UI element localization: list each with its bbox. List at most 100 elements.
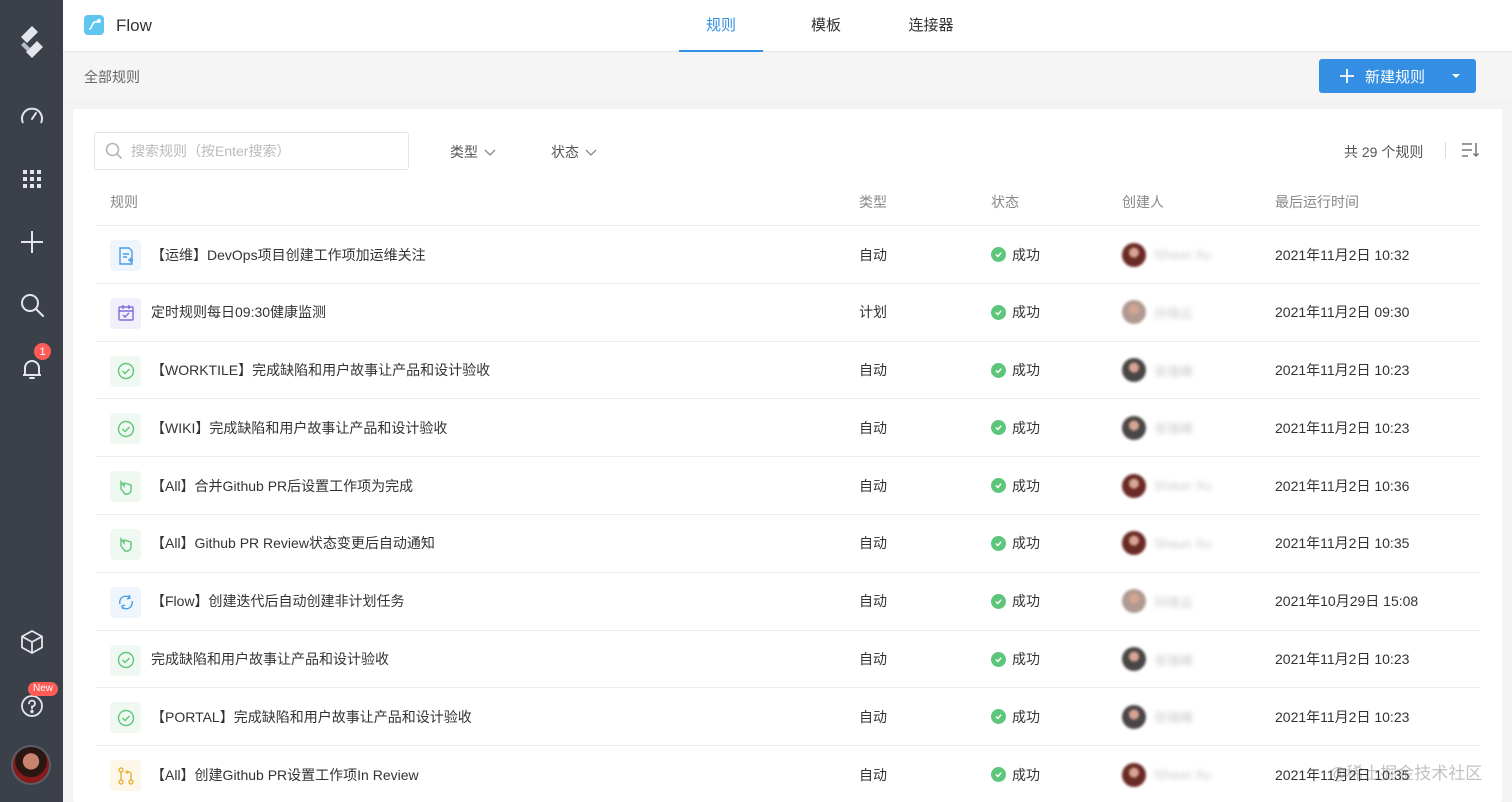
success-check-icon bbox=[991, 362, 1006, 378]
table-row[interactable]: 【All】创建Github PR设置工作项In Review 自动 成功 Sha… bbox=[96, 745, 1480, 802]
rule-type: 自动 bbox=[859, 708, 887, 725]
status-filter-label: 状态 bbox=[551, 144, 579, 160]
rule-creator: 孙晓云 bbox=[1122, 284, 1193, 341]
rule-status: 成功 bbox=[991, 573, 1040, 630]
new-rule-dropdown[interactable] bbox=[1436, 59, 1476, 93]
last-run-time: 2021年11月2日 09:30 bbox=[1275, 304, 1410, 321]
creator-avatar bbox=[1122, 589, 1146, 614]
flow-logo-icon bbox=[84, 15, 104, 35]
check-circle-icon bbox=[110, 355, 141, 387]
rule-creator: 张瑞峰 bbox=[1122, 342, 1193, 399]
success-check-icon bbox=[991, 478, 1006, 494]
plus-icon bbox=[1340, 69, 1354, 83]
rule-status-label: 成功 bbox=[1012, 708, 1040, 725]
rule-creator: 张瑞峰 bbox=[1122, 399, 1193, 456]
last-run-time: 2021年11月2日 10:32 bbox=[1275, 246, 1410, 263]
bell-icon[interactable] bbox=[0, 349, 63, 389]
dashboard-icon[interactable] bbox=[0, 97, 63, 137]
success-check-icon bbox=[991, 535, 1006, 551]
chevron-down-icon bbox=[484, 149, 496, 156]
rule-name[interactable]: 【Flow】创建迭代后自动创建非计划任务 bbox=[151, 573, 405, 630]
search-icon[interactable] bbox=[0, 285, 63, 325]
rule-name[interactable]: 【PORTAL】完成缺陷和用户故事让产品和设计验收 bbox=[151, 688, 472, 745]
rule-status-label: 成功 bbox=[1012, 766, 1040, 783]
cube-icon[interactable] bbox=[0, 622, 63, 662]
column-header-status: 状态 bbox=[991, 194, 1019, 210]
rule-type: 自动 bbox=[859, 477, 887, 494]
new-rule-button[interactable]: 新建规则 bbox=[1319, 59, 1476, 93]
success-check-icon bbox=[991, 709, 1006, 725]
add-icon[interactable] bbox=[0, 222, 63, 262]
rule-status: 成功 bbox=[991, 457, 1040, 514]
creator-name: 张瑞峰 bbox=[1154, 363, 1194, 379]
rule-creator: Shaun Xu bbox=[1122, 457, 1211, 514]
new-badge: New bbox=[28, 682, 59, 696]
rule-creator: 张瑞峰 bbox=[1122, 688, 1193, 745]
tab-rules[interactable]: 规则 bbox=[679, 0, 763, 52]
rule-status: 成功 bbox=[991, 746, 1040, 802]
table-row[interactable]: 【WORKTILE】完成缺陷和用户故事让产品和设计验收 自动 成功 张瑞峰 20… bbox=[96, 340, 1480, 399]
rule-count: 共 29 个规则 bbox=[1344, 144, 1424, 160]
type-filter-label: 类型 bbox=[450, 144, 478, 160]
rule-status: 成功 bbox=[991, 342, 1040, 399]
rule-status: 成功 bbox=[991, 631, 1040, 688]
check-circle-icon bbox=[110, 702, 141, 734]
search-input[interactable] bbox=[131, 143, 401, 159]
creator-name: Shaun Xu bbox=[1154, 535, 1212, 551]
table-row[interactable]: 【All】合并Github PR后设置工作项为完成 自动 成功 Shaun Xu… bbox=[96, 456, 1480, 514]
breadcrumb: 全部规则 bbox=[84, 69, 140, 85]
rule-type: 自动 bbox=[859, 246, 887, 263]
rule-name[interactable]: 【WORKTILE】完成缺陷和用户故事让产品和设计验收 bbox=[151, 342, 490, 399]
rule-status: 成功 bbox=[991, 688, 1040, 745]
rule-name[interactable]: 【All】Github PR Review状态变更后自动通知 bbox=[151, 515, 435, 572]
rule-status: 成功 bbox=[991, 284, 1040, 341]
avatar[interactable] bbox=[11, 745, 51, 785]
last-run-time: 2021年11月2日 10:23 bbox=[1275, 708, 1410, 725]
search-box[interactable] bbox=[94, 132, 409, 170]
table-row[interactable]: 【Flow】创建迭代后自动创建非计划任务 自动 成功 孙晓云 2021年10月2… bbox=[96, 571, 1480, 630]
rule-status-label: 成功 bbox=[1012, 304, 1040, 321]
table-row[interactable]: 完成缺陷和用户故事让产品和设计验收 自动 成功 张瑞峰 2021年11月2日 1… bbox=[96, 629, 1480, 688]
table-row[interactable]: 定时规则每日09:30健康监测 计划 成功 孙晓云 2021年11月2日 09:… bbox=[96, 282, 1480, 341]
type-filter[interactable]: 类型 bbox=[450, 142, 496, 162]
creator-avatar bbox=[1122, 358, 1146, 383]
rule-name[interactable]: 【WIKI】完成缺陷和用户故事让产品和设计验收 bbox=[151, 399, 447, 456]
rule-name[interactable]: 定时规则每日09:30健康监测 bbox=[151, 284, 326, 341]
rule-creator: Shaun Xu bbox=[1122, 515, 1211, 572]
app-title: Flow bbox=[116, 16, 152, 35]
table-row[interactable]: 【运维】DevOps项目创建工作项加运维关注 自动 成功 Shaun Xu 20… bbox=[96, 225, 1480, 283]
rule-creator: 孙晓云 bbox=[1122, 573, 1193, 630]
rule-type: 计划 bbox=[859, 304, 887, 321]
apps-grid-icon[interactable] bbox=[0, 159, 63, 199]
caret-down-icon bbox=[1452, 74, 1460, 78]
tab-connectors[interactable]: 连接器 bbox=[901, 0, 961, 52]
logo-icon[interactable] bbox=[0, 22, 63, 62]
success-check-icon bbox=[991, 767, 1006, 783]
table-row[interactable]: 【All】Github PR Review状态变更后自动通知 自动 成功 Sha… bbox=[96, 513, 1480, 572]
rule-status-label: 成功 bbox=[1012, 246, 1040, 263]
rule-type: 自动 bbox=[859, 535, 887, 552]
creator-avatar bbox=[1122, 762, 1146, 787]
rule-name[interactable]: 完成缺陷和用户故事让产品和设计验收 bbox=[151, 631, 389, 688]
rule-type: 自动 bbox=[859, 419, 887, 436]
sort-icon[interactable] bbox=[1460, 140, 1480, 160]
check-circle-icon bbox=[110, 644, 141, 676]
rule-name[interactable]: 【All】合并Github PR后设置工作项为完成 bbox=[151, 457, 413, 514]
table-row[interactable]: 【PORTAL】完成缺陷和用户故事让产品和设计验收 自动 成功 张瑞峰 2021… bbox=[96, 687, 1480, 745]
divider bbox=[1445, 142, 1446, 158]
rule-status: 成功 bbox=[991, 399, 1040, 456]
table-row[interactable]: 【WIKI】完成缺陷和用户故事让产品和设计验收 自动 成功 张瑞峰 2021年1… bbox=[96, 398, 1480, 456]
rule-status: 成功 bbox=[991, 515, 1040, 572]
status-filter[interactable]: 状态 bbox=[551, 142, 597, 162]
rule-type: 自动 bbox=[859, 651, 887, 668]
creator-name: 孙晓云 bbox=[1154, 594, 1194, 610]
rule-status-label: 成功 bbox=[1012, 362, 1040, 379]
rule-name[interactable]: 【运维】DevOps项目创建工作项加运维关注 bbox=[151, 226, 426, 283]
tab-templates[interactable]: 模板 bbox=[798, 0, 854, 52]
creator-name: Shaun Xu bbox=[1154, 247, 1212, 262]
success-check-icon bbox=[991, 420, 1006, 436]
rule-type: 自动 bbox=[859, 362, 887, 379]
creator-name: Shaun Xu bbox=[1154, 478, 1212, 494]
rule-name[interactable]: 【All】创建Github PR设置工作项In Review bbox=[151, 746, 419, 802]
success-check-icon bbox=[991, 247, 1006, 262]
